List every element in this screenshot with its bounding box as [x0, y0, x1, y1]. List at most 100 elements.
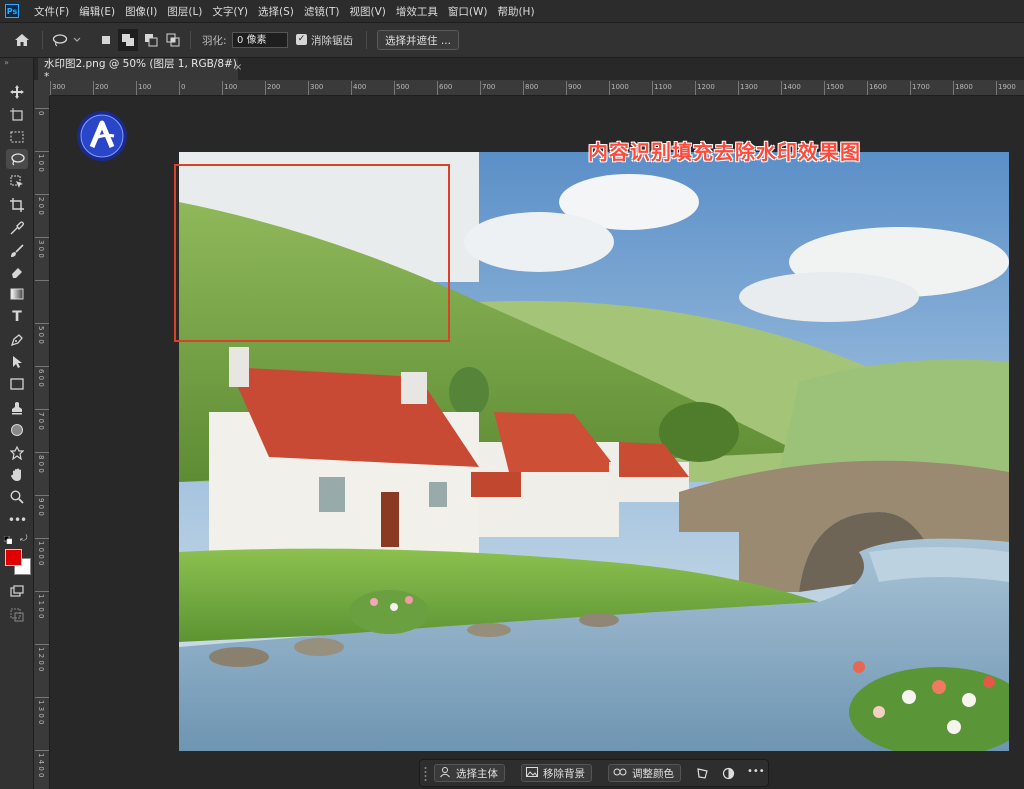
hand-icon[interactable] — [6, 465, 28, 485]
person-icon — [439, 766, 451, 781]
menu-edit[interactable]: 编辑(E) — [74, 4, 120, 19]
select-and-mask-button[interactable]: 选择并遮住 ... — [377, 30, 459, 50]
ruler-origin[interactable] — [34, 80, 50, 96]
ruler-tick-label: 0 — [37, 111, 45, 116]
ruler-tick-label: 1 0 0 0 — [37, 541, 45, 566]
ruler-tick-label: 700 — [482, 83, 496, 91]
menu-bar: Ps 文件(F) 编辑(E) 图像(I) 图层(L) 文字(Y) 选择(S) 滤… — [0, 0, 1024, 22]
rectangle-icon[interactable] — [6, 374, 28, 394]
antialias-checkbox[interactable]: ✓ — [296, 34, 307, 45]
ruler-tick-label: 7 0 0 — [37, 412, 45, 430]
horizontal-ruler[interactable]: 300 200 100 0 100 200 300 400 500 600 70… — [50, 80, 1024, 96]
ruler-tick-label: 1500 — [826, 83, 844, 91]
eraser-icon[interactable] — [6, 262, 28, 282]
document-tab-title: 水印图2.png @ 50% (图层 1, RGB/8#) * — [44, 57, 237, 83]
brush-icon[interactable] — [6, 241, 28, 261]
ruler-tick-label: 6 0 0 — [37, 369, 45, 387]
vertical-ruler[interactable]: 0 1 0 0 2 0 0 3 0 0 5 0 0 6 0 0 7 0 0 8 … — [34, 96, 50, 789]
ruler-tick-label: 400 — [353, 83, 367, 91]
ruler-tick-label: 1100 — [654, 83, 672, 91]
menu-window[interactable]: 窗口(W) — [443, 4, 493, 19]
default-colors-icon[interactable] — [3, 534, 13, 545]
ruler-tick-label: 1300 — [740, 83, 758, 91]
contrast-icon[interactable] — [722, 767, 735, 783]
menu-filter[interactable]: 滤镜(T) — [299, 4, 345, 19]
ruler-tick-label: 5 0 0 — [37, 326, 45, 344]
collapse-toolbar-icon[interactable]: » — [4, 58, 9, 67]
ruler-tick-label: 900 — [568, 83, 582, 91]
tool-options-bar: 羽化: 0 像素 ✓ 消除锯齿 选择并遮住 ... — [0, 22, 1024, 58]
swap-colors-icon[interactable]: ⤾ — [20, 534, 28, 544]
more-options-icon[interactable]: ••• — [747, 766, 765, 777]
eyedropper-icon[interactable] — [6, 218, 28, 238]
new-selection-icon[interactable] — [100, 23, 112, 57]
ruler-tick-label: 1900 — [998, 83, 1016, 91]
foreground-color-swatch[interactable] — [5, 549, 22, 566]
ruler-tick-label: 1800 — [955, 83, 973, 91]
add-to-selection-icon[interactable] — [118, 29, 138, 51]
move-icon[interactable] — [6, 82, 28, 102]
zoom-icon[interactable] — [6, 487, 28, 507]
select-subject-button[interactable]: 选择主体 — [434, 764, 505, 782]
remove-background-button[interactable]: 移除背景 — [521, 764, 592, 782]
menu-select[interactable]: 选择(S) — [253, 4, 299, 19]
ruler-tick-label: 1 2 0 0 — [37, 647, 45, 672]
ellipse-icon[interactable] — [6, 420, 28, 440]
more-tools-icon[interactable]: ••• — [6, 510, 28, 530]
ruler-tick-label: 1 0 0 — [37, 154, 45, 172]
remove-background-label: 移除背景 — [543, 767, 585, 780]
pen-icon[interactable] — [6, 330, 28, 350]
lasso-preset-icon[interactable] — [52, 23, 82, 57]
document-tab[interactable]: 水印图2.png @ 50% (图层 1, RGB/8#) * × — [38, 57, 242, 83]
ruler-tick-label: 1400 — [783, 83, 801, 91]
ruler-tick-label: 1 3 0 0 — [37, 700, 45, 725]
ruler-tick-label: 100 — [224, 83, 238, 91]
overlay-title: 内容识别填充去除水印效果图 — [588, 140, 861, 164]
feather-input[interactable]: 0 像素 — [232, 32, 288, 48]
object-select-icon[interactable] — [6, 172, 28, 192]
close-tab-icon[interactable]: × — [234, 62, 242, 73]
marquee-icon[interactable] — [6, 127, 28, 147]
menu-help[interactable]: 帮助(H) — [492, 4, 539, 19]
contextual-task-bar: 选择主体 移除背景 调整颜色 ••• — [419, 759, 769, 787]
menu-file[interactable]: 文件(F) — [29, 4, 74, 19]
screen-mode-icon[interactable] — [6, 605, 28, 625]
adjust-colors-button[interactable]: 调整颜色 — [608, 764, 681, 782]
artboard-icon[interactable] — [6, 105, 28, 125]
drag-handle-icon[interactable] — [424, 766, 427, 782]
lasso-icon[interactable] — [6, 149, 28, 169]
select-subject-label: 选择主体 — [456, 767, 498, 780]
feather-label: 羽化: — [202, 34, 227, 47]
ruler-tick-label: 300 — [52, 83, 66, 91]
ruler-tick-label: 500 — [396, 83, 410, 91]
menu-view[interactable]: 视图(V) — [344, 4, 390, 19]
menu-plugins[interactable]: 增效工具 — [391, 4, 443, 19]
ruler-tick-label: 0 — [181, 83, 186, 91]
path-select-icon[interactable] — [6, 352, 28, 372]
puppet-icon[interactable] — [6, 443, 28, 463]
tools-panel: » T ••• ⤾ — [0, 58, 34, 789]
home-icon[interactable] — [14, 23, 30, 57]
document-tab-bar: 水印图2.png @ 50% (图层 1, RGB/8#) * × — [34, 57, 1024, 83]
ruler-tick-label: 100 — [138, 83, 152, 91]
adjust-colors-label: 调整颜色 — [632, 767, 674, 780]
ruler-tick-label: 1200 — [697, 83, 715, 91]
brand-logo-icon — [76, 110, 128, 162]
intersect-selection-icon[interactable] — [166, 23, 180, 57]
transform-icon[interactable] — [696, 767, 709, 783]
ruler-tick-label: 600 — [439, 83, 453, 91]
ruler-tick-label: 1 1 0 0 — [37, 594, 45, 619]
ruler-tick-label: 800 — [525, 83, 539, 91]
photoshop-app-icon[interactable]: Ps — [5, 4, 19, 18]
ruler-tick-label: 300 — [310, 83, 324, 91]
menu-image[interactable]: 图像(I) — [120, 4, 162, 19]
crop-icon[interactable] — [6, 195, 28, 215]
ruler-tick-label: 1 4 0 0 — [37, 753, 45, 778]
quick-mask-icon[interactable] — [6, 581, 28, 601]
menu-type[interactable]: 文字(Y) — [207, 4, 253, 19]
type-icon[interactable]: T — [6, 307, 28, 327]
clone-stamp-icon[interactable] — [6, 398, 28, 418]
subtract-selection-icon[interactable] — [144, 23, 158, 57]
menu-layer[interactable]: 图层(L) — [162, 4, 207, 19]
gradient-icon[interactable] — [6, 284, 28, 304]
